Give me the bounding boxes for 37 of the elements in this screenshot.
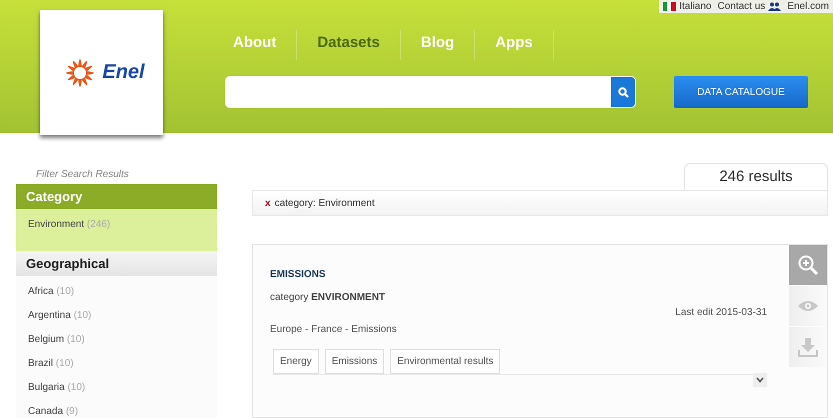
filter-item[interactable]: Bulgaria (10): [28, 382, 217, 406]
filter-label: category: Environment: [274, 198, 375, 208]
result-path: Europe - France - Emissions: [270, 324, 398, 335]
download-icon: [798, 337, 818, 357]
expand-toggle[interactable]: [753, 373, 767, 387]
filter-item[interactable]: Belgium (10): [28, 334, 217, 358]
category-line: category ENVIRONMENT: [270, 292, 386, 303]
remove-filter-link[interactable]: x: [265, 198, 271, 208]
tag[interactable]: Environmental results: [390, 349, 500, 374]
tag[interactable]: Energy: [273, 349, 319, 374]
filter-title: Filter Search Results: [16, 133, 217, 184]
filter-item[interactable]: Argentina (10): [28, 310, 217, 334]
top-link[interactable]: Italiano: [679, 1, 712, 12]
chevron-down-icon: [756, 377, 764, 383]
download-button[interactable]: [789, 327, 827, 367]
result-title[interactable]: EMISSIONS: [270, 269, 767, 280]
last-edit-date: Last edit 2015-03-31: [674, 307, 767, 318]
eye-icon: [797, 299, 819, 313]
zoom-button[interactable]: [789, 245, 827, 285]
tag[interactable]: Emissions: [324, 349, 384, 374]
filter-item[interactable]: Canada (9): [28, 406, 217, 418]
logo-card[interactable]: Enel: [40, 10, 163, 135]
filter-item[interactable]: Africa (10): [28, 286, 217, 310]
search-field[interactable]: [225, 76, 610, 108]
filter-item[interactable]: Brazil (10): [28, 358, 217, 382]
top-link[interactable]: Contact us: [718, 1, 766, 12]
logo-text: Enel: [102, 61, 145, 84]
search-icon: [618, 86, 628, 98]
top-link[interactable]: Enel.com: [787, 1, 829, 12]
flag-icon: [663, 2, 676, 11]
section-header[interactable]: Geographical: [16, 251, 217, 276]
magnifier-icon: [797, 254, 819, 276]
nav-tab[interactable]: Datasets: [297, 30, 401, 60]
catalogue-button[interactable]: DATA CATALOGUE: [674, 76, 808, 108]
preview-button[interactable]: [789, 286, 827, 326]
people-icon: [768, 2, 782, 11]
search-button[interactable]: [610, 76, 636, 108]
